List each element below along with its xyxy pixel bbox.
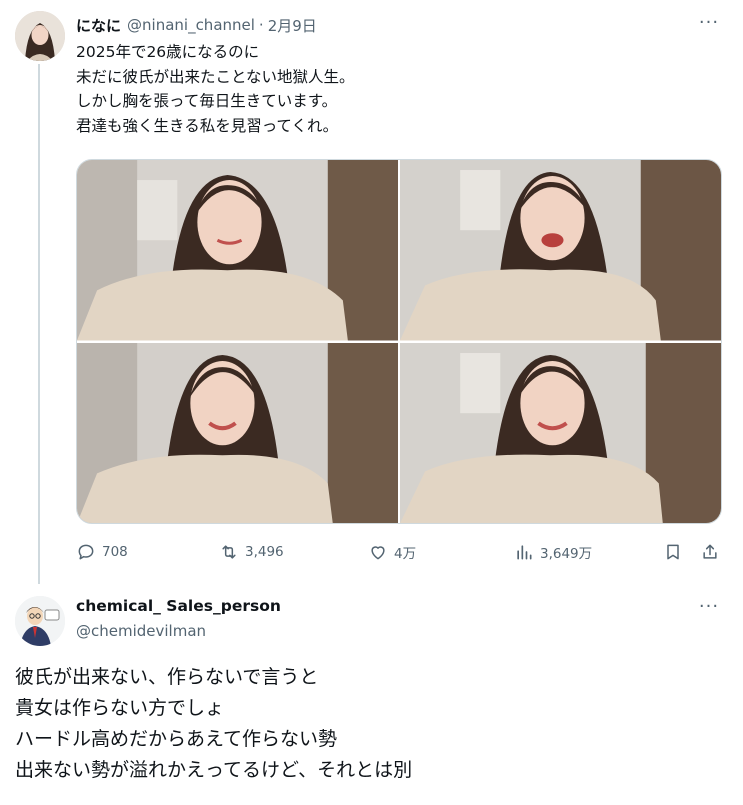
photo-image <box>77 160 398 341</box>
photo-2[interactable] <box>400 160 721 341</box>
tweet-header: になに @ninani_channel · 2月9日 <box>76 14 317 36</box>
views-button[interactable]: 3,649万 <box>514 539 592 565</box>
avatar[interactable] <box>15 596 65 646</box>
reply-text-line: 彼氏が出来ない、作らないで言うと <box>15 666 319 688</box>
share-icon <box>703 544 717 559</box>
more-icon[interactable]: ··· <box>697 12 721 33</box>
photo-image <box>400 342 721 523</box>
like-count: 4万 <box>394 546 417 562</box>
display-name[interactable]: になに <box>76 15 121 36</box>
avatar-illustration <box>15 596 65 646</box>
reply-button[interactable]: 708 <box>76 539 128 565</box>
display-name[interactable]: chemical_ Sales_person <box>76 597 281 615</box>
view-count: 3,649万 <box>540 546 593 562</box>
bookmark-button[interactable] <box>663 539 683 565</box>
avatar[interactable] <box>15 11 65 61</box>
avatar-photo <box>15 11 65 61</box>
tweet-text-line: 君達も強く生きる私を見習ってくれ。 <box>76 116 339 135</box>
repost-count: 3,496 <box>245 544 284 560</box>
tweet-text: 2025年で26歳になるのに 未だに彼氏が出来たことない地獄人生。 しかし胸を張… <box>76 40 716 138</box>
photo-1[interactable] <box>77 160 398 341</box>
post-date[interactable]: 2月9日 <box>268 15 317 36</box>
photo-image <box>400 160 721 341</box>
views-icon <box>517 545 532 560</box>
bookmark-icon <box>667 544 679 560</box>
photo-image <box>77 342 398 523</box>
repost-button[interactable]: 3,496 <box>219 539 284 565</box>
tweet-text-line: 未だに彼氏が出来たことない地獄人生。 <box>76 67 355 86</box>
tweet-text-line: 2025年で26歳になるのに <box>76 43 260 61</box>
tweet-text-line: しかし胸を張って毎日生きています。 <box>76 92 338 110</box>
photo-3[interactable] <box>77 342 398 523</box>
action-bar: 708 3,496 4万 3,649万 <box>76 539 722 565</box>
thread-line <box>38 64 40 584</box>
reply-count: 708 <box>102 544 128 560</box>
photo-4[interactable] <box>400 342 721 523</box>
reply-icon <box>78 544 94 560</box>
reply-text: 彼氏が出来ない、作らないで言うと 貴女は作らない方でしょ ハードル高めだからあえ… <box>15 662 735 786</box>
user-handle[interactable]: @chemidevilman <box>76 622 206 640</box>
reply-text-line: 出来ない勢が溢れかえってるけど、それとは別 <box>15 759 413 781</box>
media-grid <box>76 159 722 524</box>
more-icon[interactable]: ··· <box>697 596 721 617</box>
like-button[interactable]: 4万 <box>368 539 416 565</box>
separator-dot: · <box>258 16 264 34</box>
reply-text-line: ハードル高めだからあえて作らない勢 <box>15 728 338 750</box>
like-icon <box>371 546 385 560</box>
reply-text-line: 貴女は作らない方でしょ <box>15 697 225 719</box>
repost-icon <box>222 545 236 559</box>
user-handle[interactable]: @ninani_channel <box>127 16 255 34</box>
share-button[interactable] <box>700 539 720 565</box>
